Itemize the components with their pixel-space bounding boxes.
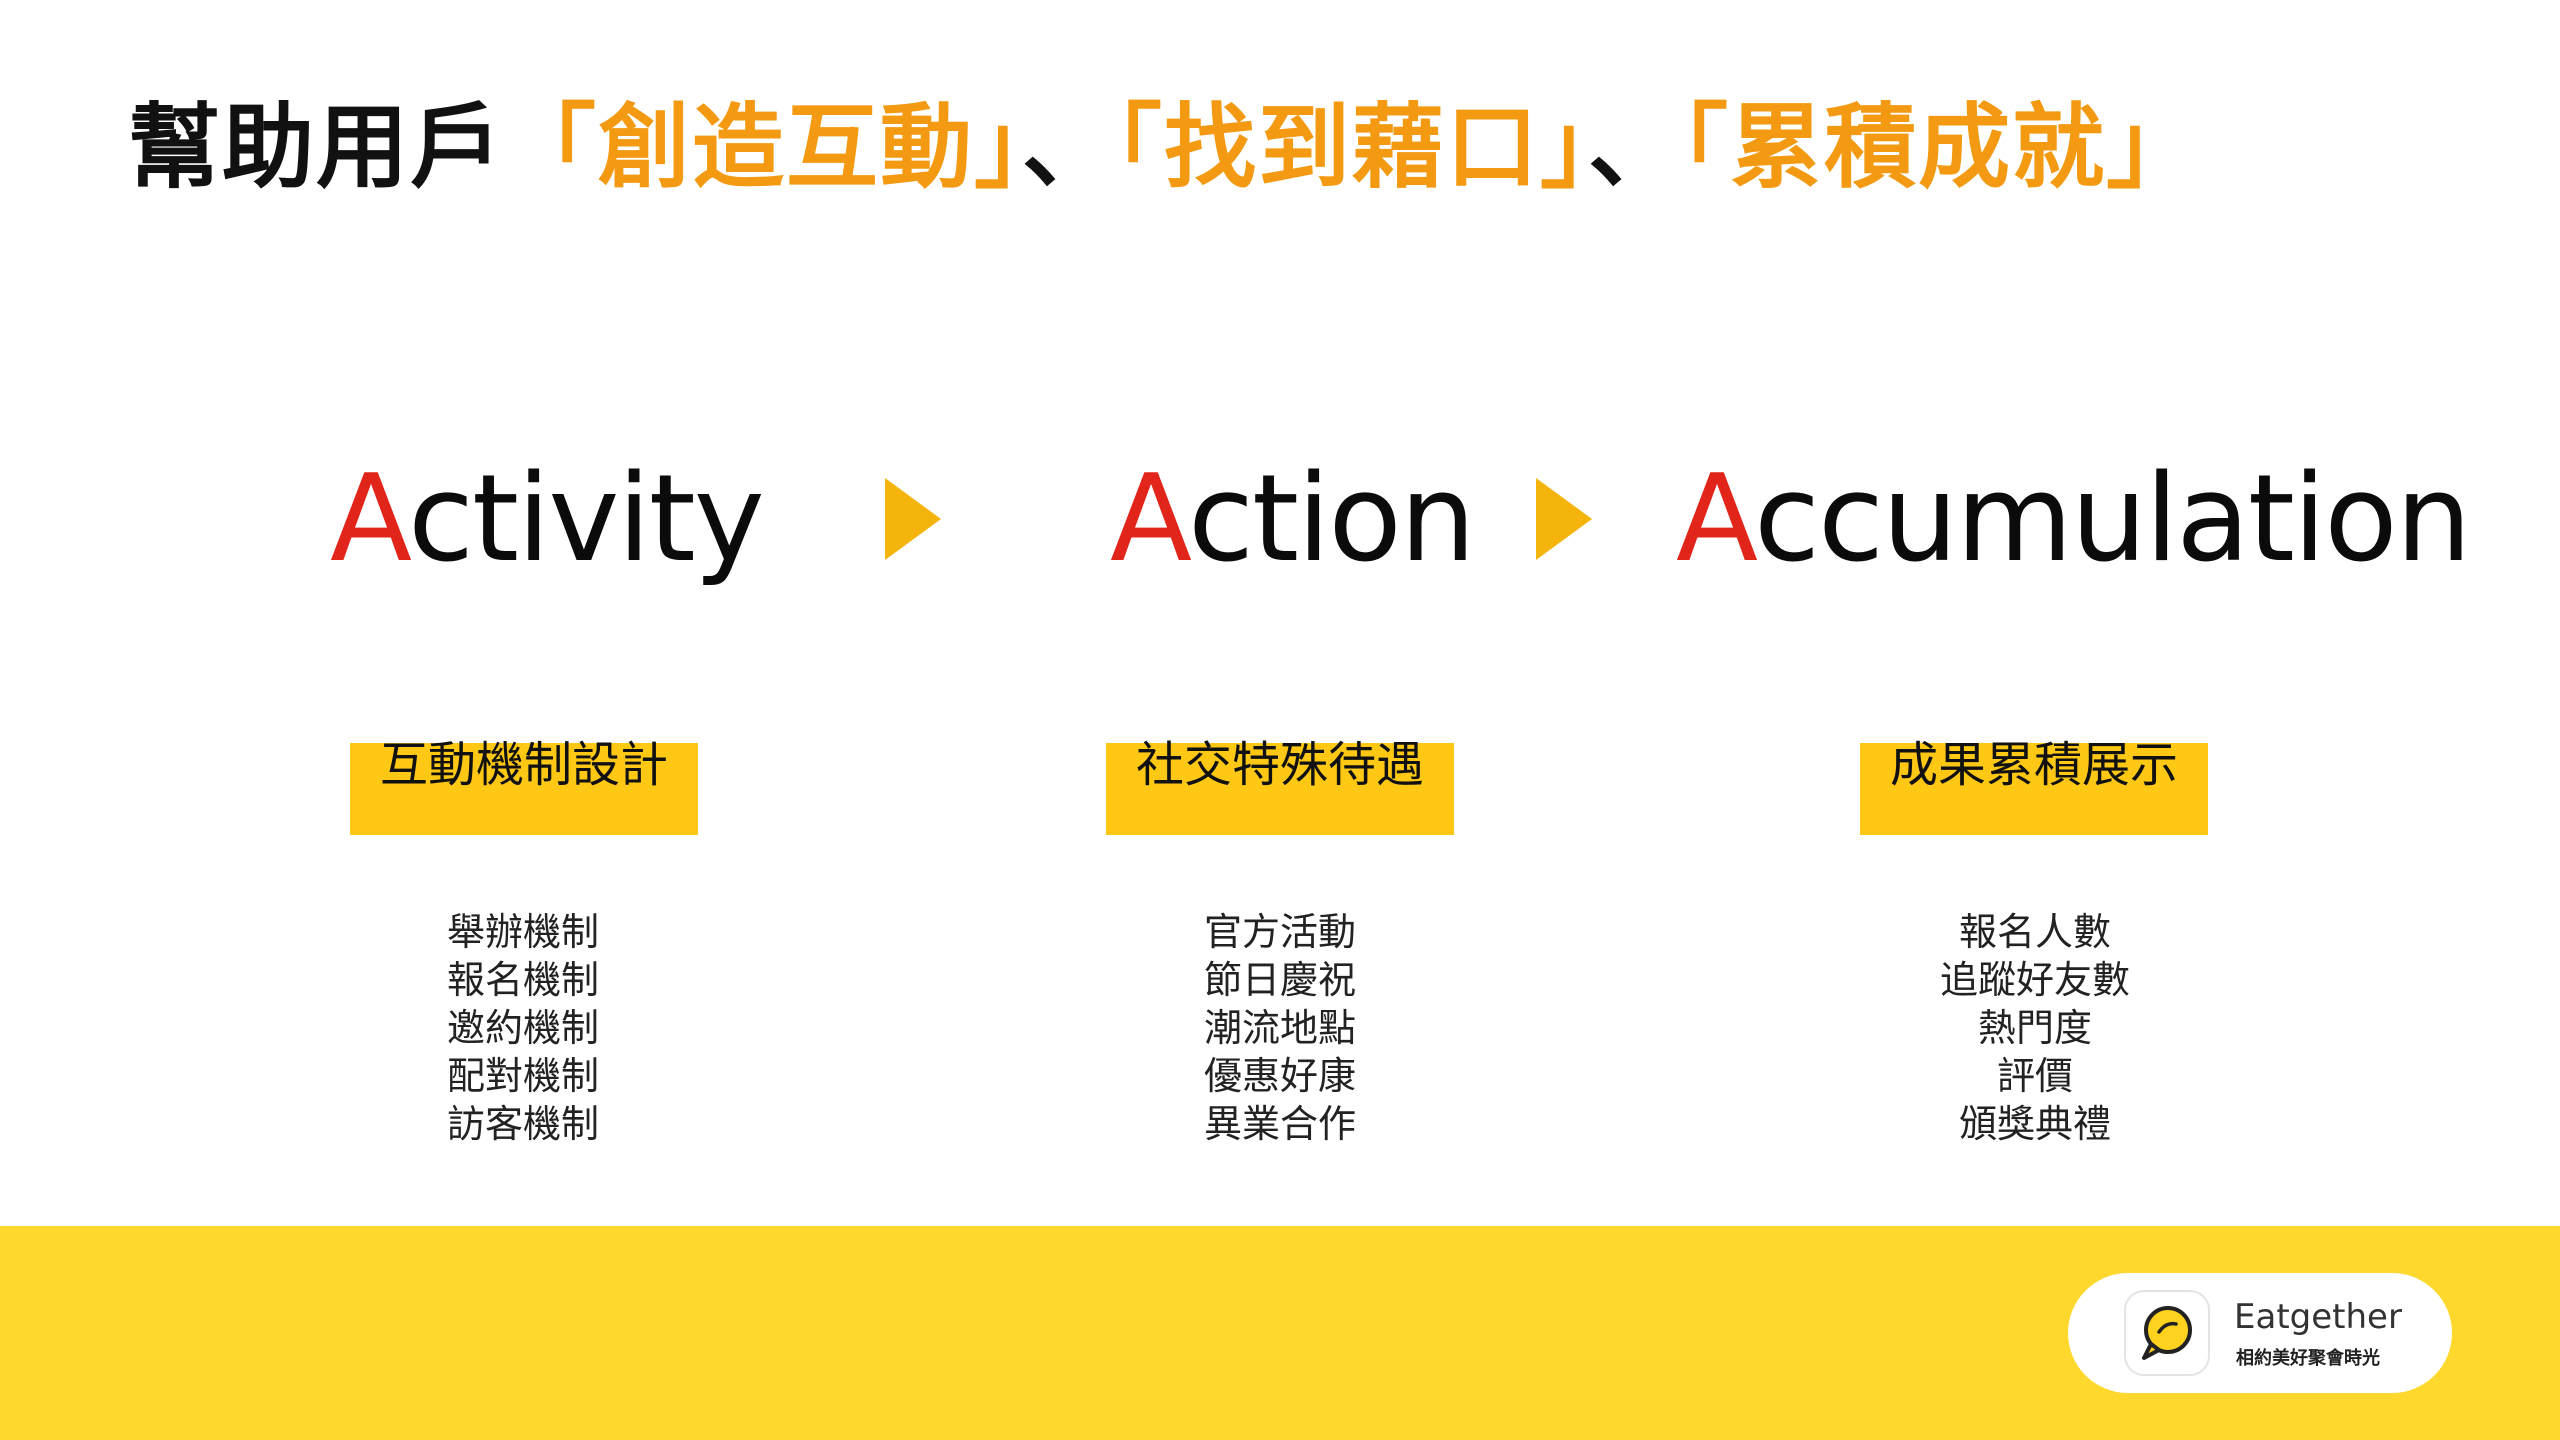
list-item: 潮流地點 (1203, 1006, 1356, 1050)
title-highlight-create-interaction: 「創造互動」 (504, 94, 1023, 201)
step-word-rest: ccumulation (1753, 450, 2472, 589)
title-prefix: 幫助用戶 (128, 94, 505, 201)
list-item: 熱門度 (1977, 1006, 2092, 1050)
category-interaction-design: 互動機制設計 (350, 735, 698, 835)
list-item: 節日慶祝 (1203, 958, 1356, 1002)
slide: 幫助用戶「創造互動」、「找到藉口」、「累積成就」 Activity Action… (0, 0, 2560, 1440)
step-action: Action (1110, 450, 1476, 590)
step-activity: Activity (330, 450, 765, 590)
title-highlight-find-excuse: 「找到藉口」 (1116, 94, 1589, 201)
category-achievement-display: 成果累積展示 (1860, 735, 2208, 835)
title-separator: 、 (1022, 94, 1117, 201)
logo-name: Eatgether (2234, 1297, 2402, 1337)
step-word-rest: ction (1187, 450, 1476, 589)
arrow-right-icon (885, 478, 941, 560)
list-item: 頒獎典禮 (1958, 1102, 2111, 1146)
list-item: 配對機制 (446, 1054, 599, 1098)
logo-tagline: 相約美好聚會時光 (2236, 1348, 2380, 1369)
step-word-rest: ctivity (407, 450, 765, 589)
list-item: 報名機制 (446, 958, 599, 1002)
category-social-perks: 社交特殊待遇 (1106, 735, 1454, 835)
list-item: 優惠好康 (1203, 1054, 1356, 1098)
feature-list-accumulation: 報名人數 追蹤好友數 熱門度 評價 頒獎典禮 (1835, 908, 2235, 1148)
feature-list-activity: 舉辦機制 報名機制 邀約機制 配對機制 訪客機制 (323, 908, 723, 1148)
step-accumulation: Accumulation (1676, 450, 2472, 590)
step-initial: A (1676, 450, 1756, 589)
list-item: 報名人數 (1958, 910, 2111, 954)
title-separator: 、 (1588, 94, 1683, 201)
list-item: 舉辦機制 (446, 910, 599, 954)
category-label: 社交特殊待遇 (1135, 737, 1424, 793)
list-item: 異業合作 (1203, 1102, 1356, 1146)
slide-title: 幫助用戶「創造互動」、「找到藉口」、「累積成就」 (128, 88, 2200, 208)
arrow-right-icon (1536, 478, 1592, 560)
list-item: 官方活動 (1203, 910, 1356, 954)
chat-bubble-icon (2124, 1290, 2210, 1376)
list-item: 訪客機制 (446, 1102, 599, 1146)
list-item: 評價 (1996, 1054, 2073, 1098)
category-label: 成果累積展示 (1889, 737, 2178, 793)
list-item: 追蹤好友數 (1939, 958, 2130, 1002)
list-item: 邀約機制 (446, 1006, 599, 1050)
feature-list-action: 官方活動 節日慶祝 潮流地點 優惠好康 異業合作 (1080, 908, 1480, 1148)
step-initial: A (330, 450, 410, 589)
title-highlight-accumulate-achievement: 「累積成就」 (1682, 94, 2201, 201)
step-initial: A (1110, 450, 1190, 589)
category-label: 互動機制設計 (379, 737, 668, 793)
